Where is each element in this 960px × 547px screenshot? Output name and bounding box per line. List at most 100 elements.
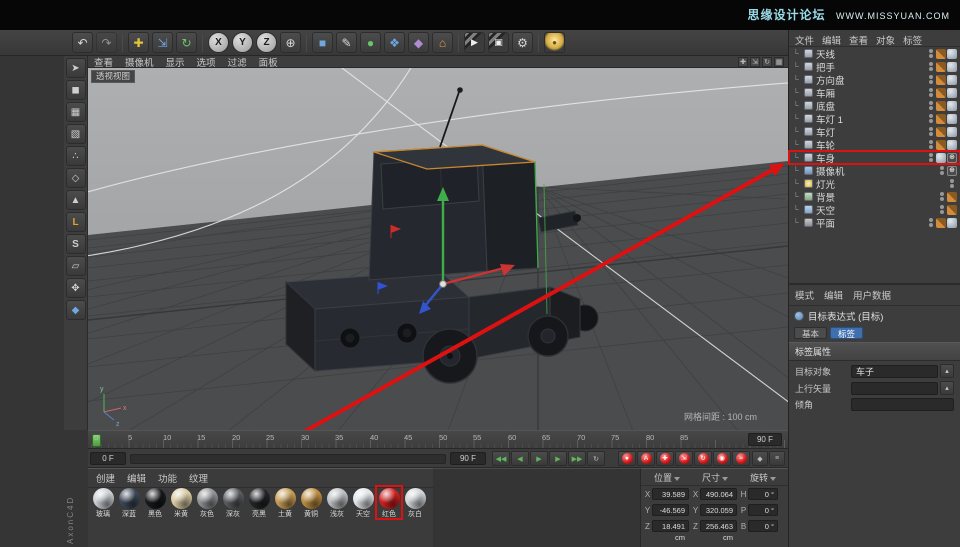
- material-swatch[interactable]: 天空: [350, 486, 376, 519]
- visibility-dots[interactable]: [940, 165, 944, 176]
- material-tag-icon[interactable]: [936, 61, 946, 72]
- material-tag-icon[interactable]: [947, 191, 957, 202]
- timeline-scrollbar[interactable]: [130, 454, 446, 464]
- phong-tag-icon[interactable]: [947, 126, 957, 137]
- material-menu-create[interactable]: 创建: [96, 471, 115, 485]
- record-scale-button[interactable]: ⇲: [675, 451, 693, 466]
- material-tag-icon[interactable]: [936, 87, 946, 98]
- tag-icons[interactable]: ⊕: [936, 152, 957, 163]
- timeline-ruler[interactable]: 0 5 10 15 20 25 30 35 40 45 50 55 60 65 …: [88, 430, 788, 449]
- view-rotate-icon[interactable]: ↻: [762, 56, 772, 67]
- live-selection-tool-icon[interactable]: ➤: [65, 58, 86, 78]
- record-keyframe-button[interactable]: ●: [618, 451, 636, 466]
- phong-tag-icon[interactable]: [947, 139, 957, 150]
- viewport-canvas[interactable]: y x z 网格间距 : 100 cm: [88, 68, 788, 430]
- visibility-dots[interactable]: [929, 126, 933, 137]
- record-parameter-button[interactable]: ◉: [713, 451, 731, 466]
- magnet-tool-icon[interactable]: ✥: [65, 278, 86, 298]
- object-row[interactable]: └ 灯光: [789, 177, 960, 191]
- z-axis-lock-button[interactable]: Z: [256, 32, 277, 53]
- texture-mode-icon[interactable]: ▦: [65, 102, 86, 122]
- material-tag-icon[interactable]: [936, 74, 946, 85]
- object-row[interactable]: └ 方向盘: [789, 73, 960, 87]
- tag-properties-section-header[interactable]: 标签属性: [789, 342, 960, 361]
- pitch-field[interactable]: [851, 398, 954, 411]
- model-mode-icon[interactable]: ◼: [65, 80, 86, 100]
- size-x-field[interactable]: 490.064 cm: [700, 488, 737, 510]
- position-z-field[interactable]: 18.491 cm: [652, 520, 689, 542]
- viewport-menu-display[interactable]: 显示: [166, 55, 185, 69]
- material-swatch[interactable]: 灰白: [402, 486, 428, 519]
- next-frame-button[interactable]: ▶: [549, 451, 567, 466]
- material-tag-icon[interactable]: [936, 217, 946, 228]
- object-row[interactable]: └ 底盘: [789, 99, 960, 113]
- viewport-menu-camera[interactable]: 摄像机: [125, 55, 154, 69]
- material-swatch-highlighted[interactable]: 红色: [375, 485, 403, 520]
- prev-frame-button[interactable]: ◀: [511, 451, 529, 466]
- snap-toggle-icon[interactable]: S: [65, 234, 86, 254]
- material-tag-icon[interactable]: [936, 139, 946, 150]
- add-environment-button[interactable]: ⌂: [432, 32, 453, 53]
- viewport-menu-panel[interactable]: 面板: [259, 55, 278, 69]
- tag-icons[interactable]: [936, 87, 957, 98]
- tag-icons[interactable]: ⊕: [947, 165, 957, 176]
- material-tag-icon[interactable]: [936, 126, 946, 137]
- attr-menu-edit[interactable]: 编辑: [824, 288, 843, 302]
- rotation-column-header[interactable]: 旋转: [739, 471, 787, 484]
- object-row[interactable]: └ 车灯: [789, 125, 960, 139]
- phong-tag-icon[interactable]: [947, 61, 957, 72]
- rotation-p-field[interactable]: 0 °: [748, 504, 778, 516]
- material-tag-icon[interactable]: [936, 113, 946, 124]
- target-tag-icon[interactable]: ⊕: [947, 152, 957, 163]
- object-row[interactable]: └ 平面: [789, 216, 960, 230]
- phong-tag-icon[interactable]: [947, 100, 957, 111]
- viewport-menu-options[interactable]: 选项: [197, 55, 216, 69]
- material-swatch[interactable]: 黑色: [142, 486, 168, 519]
- material-swatch[interactable]: 灰色: [194, 486, 220, 519]
- tag-icons[interactable]: [936, 113, 957, 124]
- gizmo-center[interactable]: [439, 280, 447, 288]
- material-swatch[interactable]: 玻璃: [90, 486, 116, 519]
- add-deformer-button[interactable]: ◆: [408, 32, 429, 53]
- uv-mode-icon[interactable]: ▧: [65, 124, 86, 144]
- object-row[interactable]: └ 把手: [789, 60, 960, 74]
- link-picker-button[interactable]: ▴: [940, 381, 954, 395]
- object-row[interactable]: └ 车轮: [789, 138, 960, 152]
- material-swatch[interactable]: 深灰: [220, 486, 246, 519]
- coord-system-button[interactable]: ⊕: [280, 32, 301, 53]
- tag-icons[interactable]: [936, 100, 957, 111]
- material-swatch[interactable]: 土黄: [272, 486, 298, 519]
- render-picture-viewer-button[interactable]: ▣: [488, 32, 509, 53]
- object-row[interactable]: └ 车灯 1: [789, 112, 960, 126]
- viewport-menu-filter[interactable]: 过滤: [228, 55, 247, 69]
- tag-icons[interactable]: [947, 204, 957, 215]
- key-interpolation-button[interactable]: ◆: [752, 451, 768, 466]
- link-picker-button[interactable]: ▴: [940, 364, 954, 378]
- phong-tag-icon[interactable]: [947, 87, 957, 98]
- tag-icons[interactable]: [936, 217, 957, 228]
- visibility-dots[interactable]: [929, 48, 933, 59]
- play-button[interactable]: ▶: [530, 451, 548, 466]
- end-frame-field[interactable]: 90 F: [450, 452, 486, 465]
- material-menu-edit[interactable]: 编辑: [127, 471, 146, 485]
- om-menu-file[interactable]: 文件: [795, 33, 814, 47]
- visibility-dots[interactable]: [929, 61, 933, 72]
- move-tool-button[interactable]: ✚: [128, 32, 149, 53]
- light-button[interactable]: ●: [544, 32, 565, 53]
- target-object-field[interactable]: 车子: [851, 364, 938, 378]
- material-tag-icon[interactable]: [936, 100, 946, 111]
- phong-tag-icon[interactable]: [947, 217, 957, 228]
- om-menu-object[interactable]: 对象: [876, 33, 895, 47]
- material-menu-function[interactable]: 功能: [158, 471, 177, 485]
- loop-button[interactable]: ↻: [587, 451, 605, 466]
- render-settings-button[interactable]: ⚙: [512, 32, 533, 53]
- view-scale-icon[interactable]: ⇲: [750, 56, 760, 67]
- om-menu-view[interactable]: 查看: [849, 33, 868, 47]
- visibility-dots[interactable]: [940, 191, 944, 202]
- attr-menu-userdata[interactable]: 用户数据: [853, 288, 891, 302]
- goto-end-button[interactable]: ▶▶: [568, 451, 586, 466]
- material-swatch[interactable]: 黄铜: [298, 486, 324, 519]
- visibility-dots[interactable]: [929, 74, 933, 85]
- timeline-options-button[interactable]: ≡: [769, 451, 785, 466]
- size-column-header[interactable]: 尺寸: [691, 471, 739, 484]
